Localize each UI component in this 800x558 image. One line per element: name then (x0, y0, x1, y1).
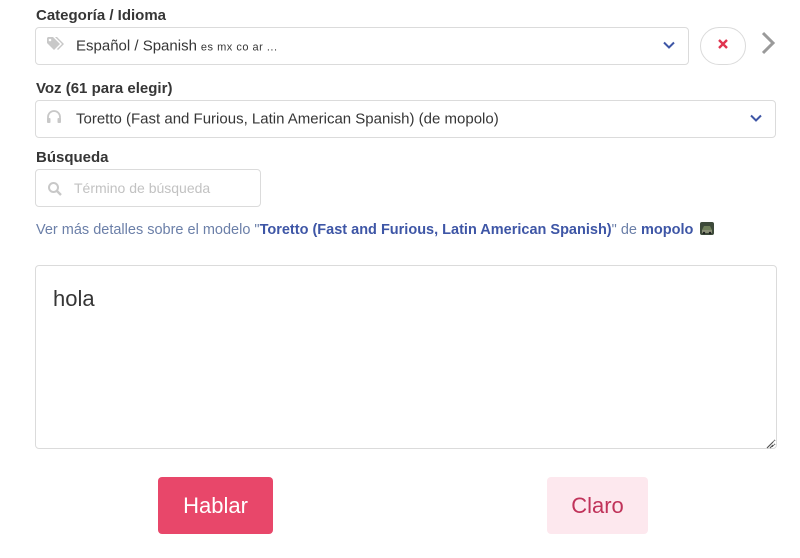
speak-button[interactable]: Hablar (158, 477, 273, 534)
search-label: Búsqueda (36, 149, 109, 166)
clear-category-button[interactable] (700, 27, 746, 65)
details-middle: " de (611, 222, 641, 238)
clear-text-button[interactable]: Claro (547, 477, 648, 534)
tts-text-input[interactable] (35, 265, 777, 449)
search-input[interactable] (74, 170, 254, 206)
voice-selected-value: Toretto (Fast and Furious, Latin America… (76, 110, 499, 128)
resize-handle-icon[interactable] (764, 436, 774, 454)
author-link[interactable]: mopolo (641, 222, 693, 238)
category-label: Categoría / Idioma (36, 7, 167, 24)
search-icon (47, 181, 63, 202)
voice-label: Voz (61 para elegir) (36, 80, 173, 97)
category-selected-value: Español / Spanish es mx co ar ... (76, 37, 278, 55)
category-tags: es mx co ar ... (200, 41, 278, 54)
model-link[interactable]: Toretto (Fast and Furious, Latin America… (260, 222, 612, 238)
headphones-icon (46, 109, 62, 129)
tags-icon (46, 36, 68, 56)
chevron-right-icon[interactable] (758, 30, 778, 56)
voice-select[interactable]: Toretto (Fast and Furious, Latin America… (35, 100, 776, 138)
model-details: Ver más detalles sobre el modelo "Torett… (36, 221, 715, 240)
search-field[interactable] (35, 169, 261, 207)
chevron-down-icon (662, 38, 676, 55)
details-prefix: Ver más detalles sobre el modelo " (36, 222, 260, 238)
close-icon (717, 37, 729, 55)
car-emoji-icon (699, 221, 715, 240)
chevron-down-icon (749, 111, 763, 128)
category-select[interactable]: Español / Spanish es mx co ar ... (35, 27, 689, 65)
